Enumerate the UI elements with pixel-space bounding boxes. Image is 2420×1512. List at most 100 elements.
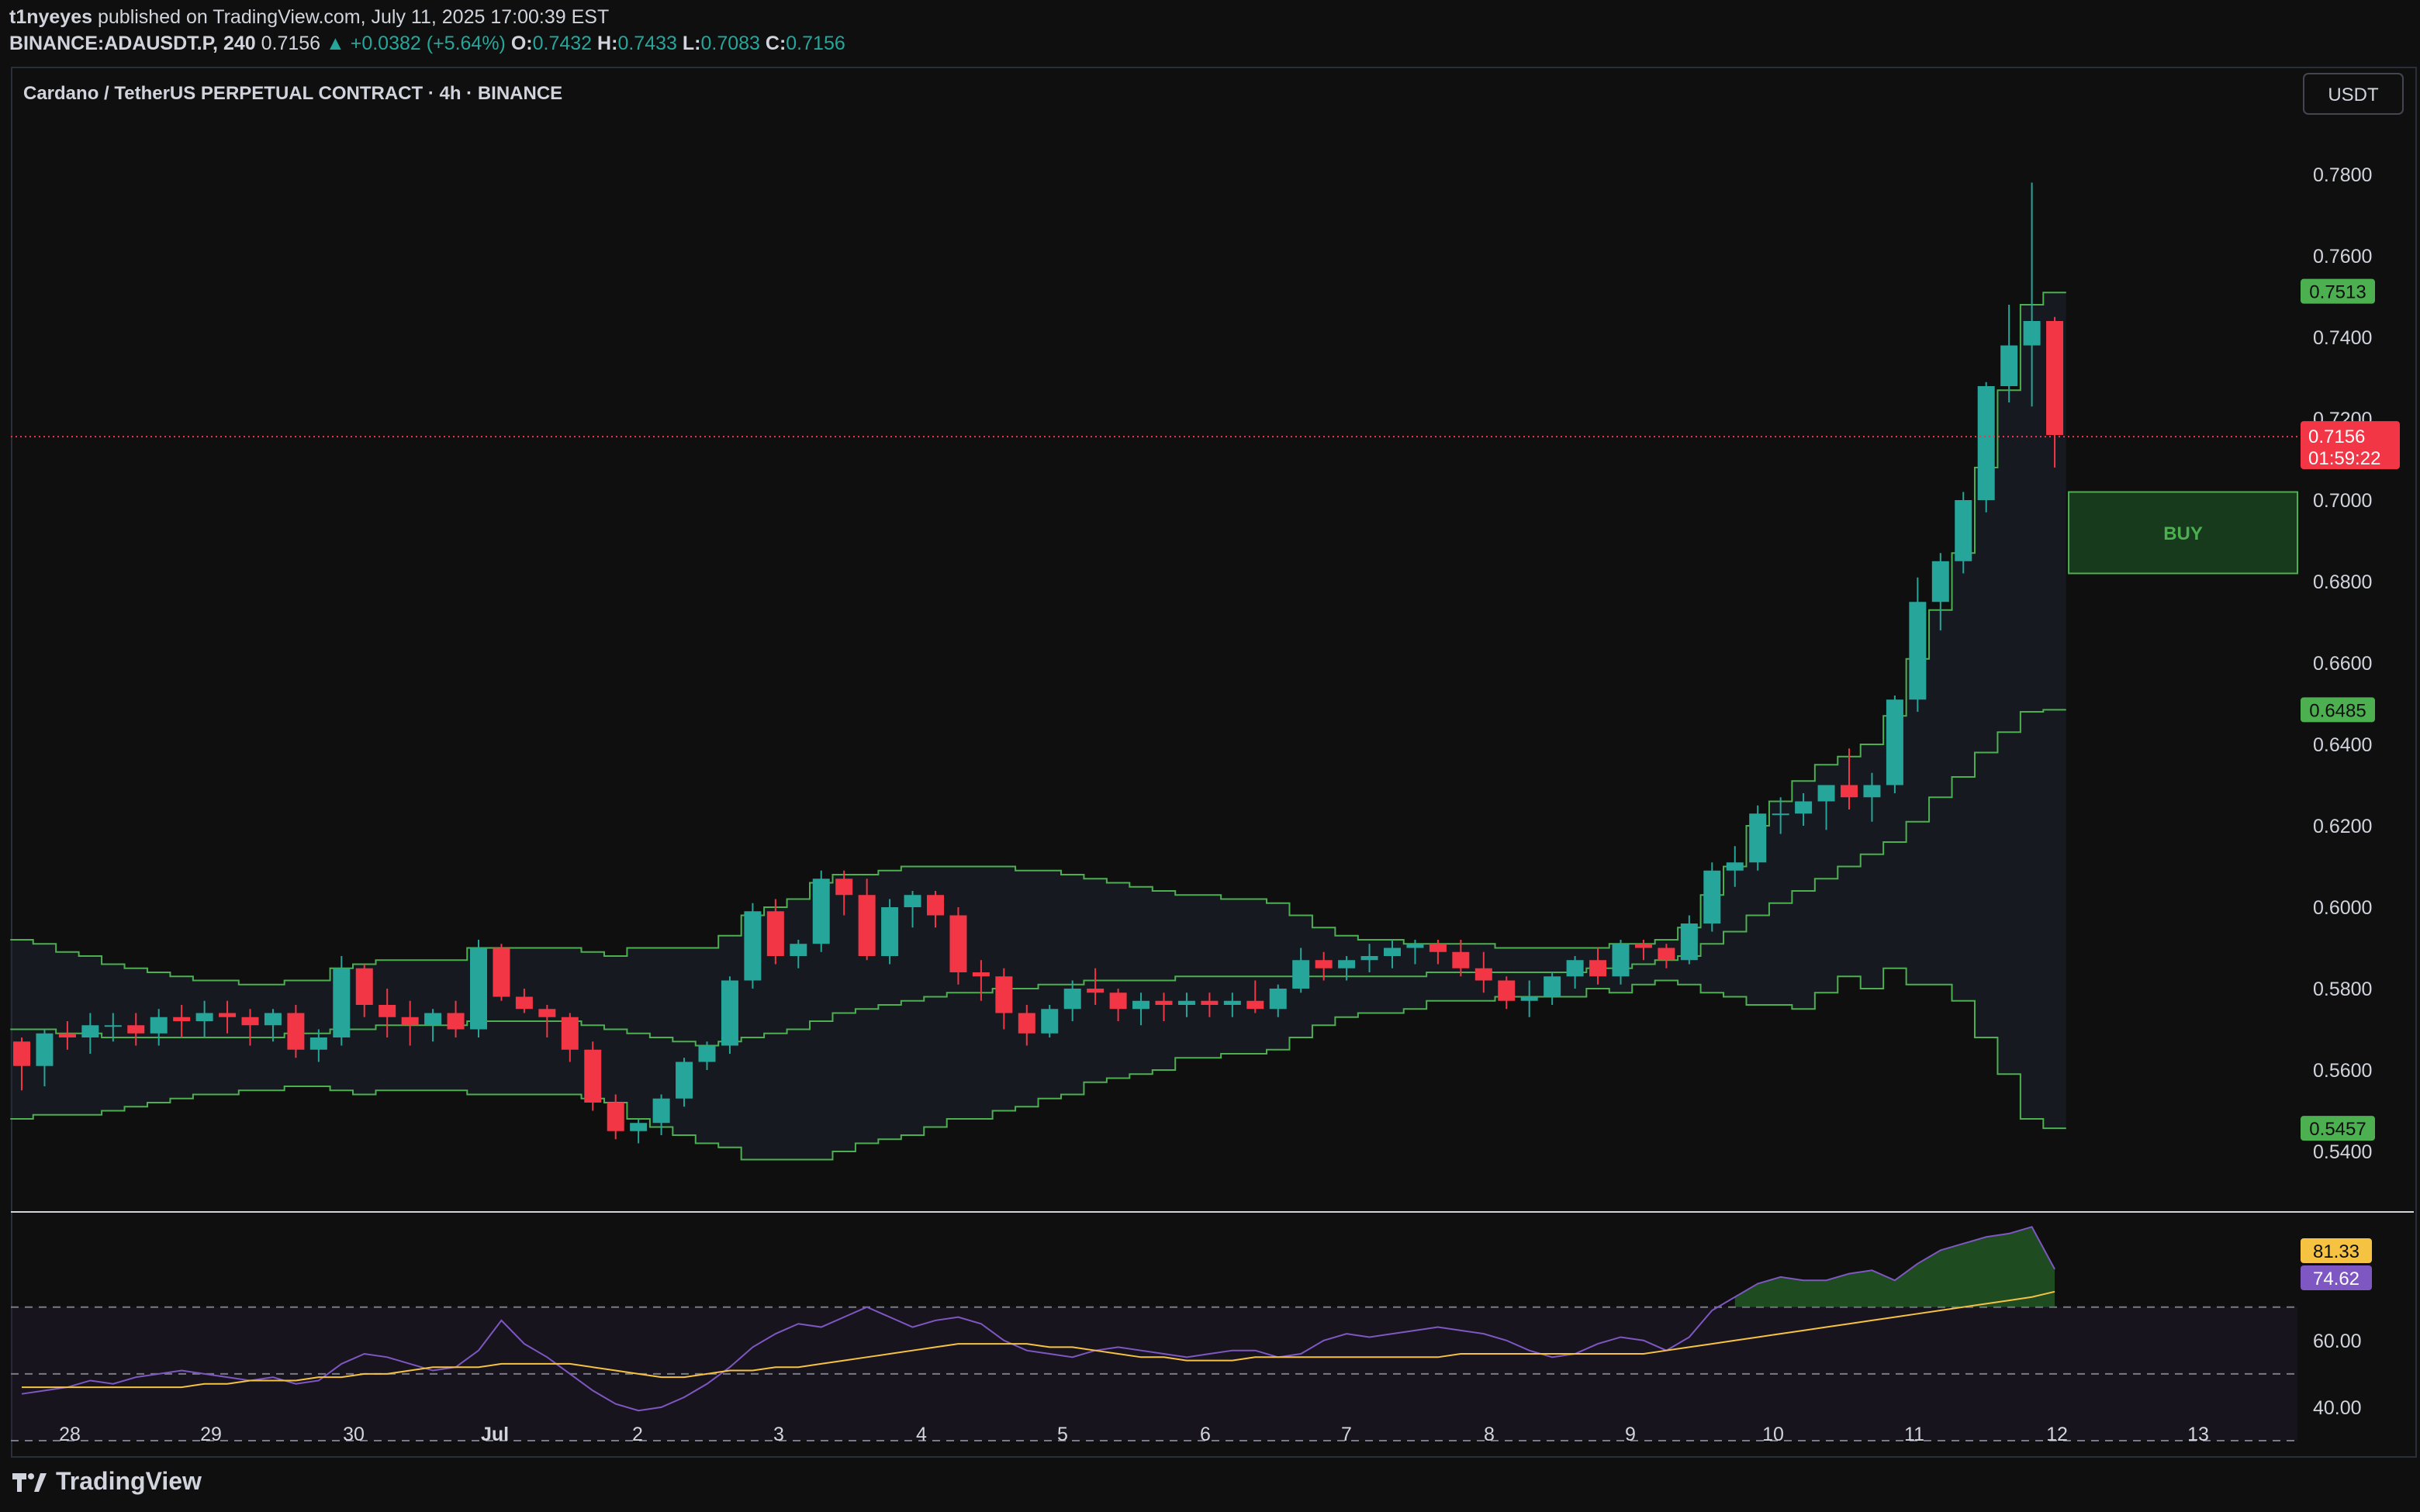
candle-body [1452, 951, 1470, 968]
price-scale-label: 0.6200 [2313, 816, 2372, 837]
candle [470, 940, 487, 1037]
candle-body [355, 968, 373, 1005]
candle-body [538, 1009, 556, 1017]
candle-body [1338, 960, 1356, 968]
pane-title: Cardano / TetherUS PERPETUAL CONTRACT · … [23, 83, 562, 104]
candle-body [1177, 1000, 1195, 1005]
time-axis-label: 10 [1762, 1424, 1784, 1445]
candle-body [1749, 813, 1767, 863]
buy-label: BUY [2163, 523, 2203, 544]
currency-button[interactable]: USDT [2303, 73, 2404, 115]
candle-body [1634, 944, 1652, 948]
buy-zone[interactable]: BUY [2068, 491, 2299, 575]
time-axis-label: 9 [1625, 1424, 1636, 1445]
candle [881, 899, 899, 965]
time-axis-label: 2 [632, 1424, 643, 1445]
candle-body [1429, 944, 1447, 952]
candle-body [1132, 1000, 1150, 1010]
candle-body [1155, 1000, 1173, 1005]
candle-body [744, 911, 762, 981]
candle [744, 903, 762, 989]
candle-body [607, 1103, 624, 1131]
candle-body [790, 944, 807, 956]
candle-body [1498, 980, 1516, 1001]
candle-body [150, 1017, 168, 1034]
candle-body [1360, 956, 1378, 961]
candle-body [1269, 989, 1287, 1010]
candle-body [81, 1025, 99, 1037]
time-axis-label: 30 [343, 1424, 365, 1445]
candle [1977, 381, 1995, 513]
candle-body [1726, 862, 1744, 871]
price-scale-label: 0.5600 [2313, 1060, 2372, 1082]
candle-body [1520, 996, 1538, 1001]
time-axis-label: 6 [1200, 1424, 1211, 1445]
candle-body [584, 1049, 602, 1103]
price-scale-label: 0.7400 [2313, 327, 2372, 349]
candle-body [1041, 1009, 1059, 1034]
candle-body [1955, 500, 1972, 561]
footer [0, 1458, 2420, 1512]
candle [2000, 305, 2018, 402]
candle-body [766, 911, 784, 956]
candle-body [721, 980, 738, 1046]
rsi-ma-tag-text: 74.62 [2313, 1269, 2360, 1289]
candle-body [1406, 944, 1424, 948]
middle-band-tag-text: 0.6485 [2309, 700, 2366, 721]
countdown-text: 01:59:22 [2308, 448, 2380, 469]
candle-body [1292, 960, 1310, 989]
candle-body [264, 1013, 282, 1026]
candle-body [1817, 785, 1835, 802]
candle-body [1931, 561, 1949, 602]
candle [652, 1094, 670, 1135]
chart-canvas[interactable]: Cardano / TetherUS PERPETUAL CONTRACT · … [0, 0, 2420, 1512]
price-scale-label: 0.5800 [2313, 979, 2372, 1000]
price-scale-label: 0.7800 [2313, 164, 2372, 186]
candle-body [2046, 321, 2064, 435]
last-price-tag-text: 0.7156 [2308, 426, 2365, 447]
candle [1886, 696, 1903, 793]
candle-body [333, 968, 351, 1037]
rsi-value-tag: 81.33 [2301, 1238, 2372, 1263]
candle-body [1909, 602, 1927, 700]
candle-body [1063, 989, 1081, 1010]
candle-body [2023, 321, 2041, 346]
candle-body [1223, 1000, 1241, 1005]
candle [333, 956, 351, 1046]
lower-band-tag-text: 0.5457 [2309, 1119, 2366, 1140]
candle-body [812, 879, 830, 944]
candle-body [1315, 960, 1333, 968]
price-scale-label: 0.6800 [2313, 571, 2372, 593]
brand-name: TradingView [56, 1467, 202, 1495]
middle-band-tag: 0.6485 [2301, 697, 2375, 723]
time-axis-label: 7 [1341, 1424, 1352, 1445]
candle [812, 870, 830, 952]
candle-body [1703, 870, 1721, 923]
candle-body [835, 879, 853, 896]
candle-body [1018, 1013, 1035, 1034]
candle-body [630, 1123, 648, 1131]
price-scale[interactable]: 0.78000.76000.74000.72000.70000.68000.66… [2313, 164, 2372, 1163]
candle [493, 944, 510, 1001]
candle-body [36, 1033, 54, 1066]
candle-body [470, 948, 487, 1030]
candle-body [927, 895, 944, 916]
candle [1498, 976, 1516, 1010]
tradingview-logo[interactable]: TradingView [11, 1467, 202, 1496]
candle-body [127, 1025, 145, 1034]
candle-body [1658, 948, 1675, 961]
candle-body [1384, 948, 1401, 956]
candle-body [1201, 1000, 1219, 1005]
candle-body [447, 1013, 465, 1030]
candle [721, 976, 738, 1054]
rsi-overbought-fill [1734, 1227, 2055, 1307]
candle-body [1863, 785, 1881, 798]
candle-body [1109, 992, 1127, 1010]
candle-body [309, 1037, 327, 1050]
price-scale-label: 0.7600 [2313, 246, 2372, 268]
candle-body [995, 976, 1013, 1013]
candle-body [1680, 923, 1698, 961]
time-axis-label: 5 [1057, 1424, 1068, 1445]
candle-body [1544, 976, 1561, 997]
time-axis-label: Jul [481, 1424, 509, 1445]
